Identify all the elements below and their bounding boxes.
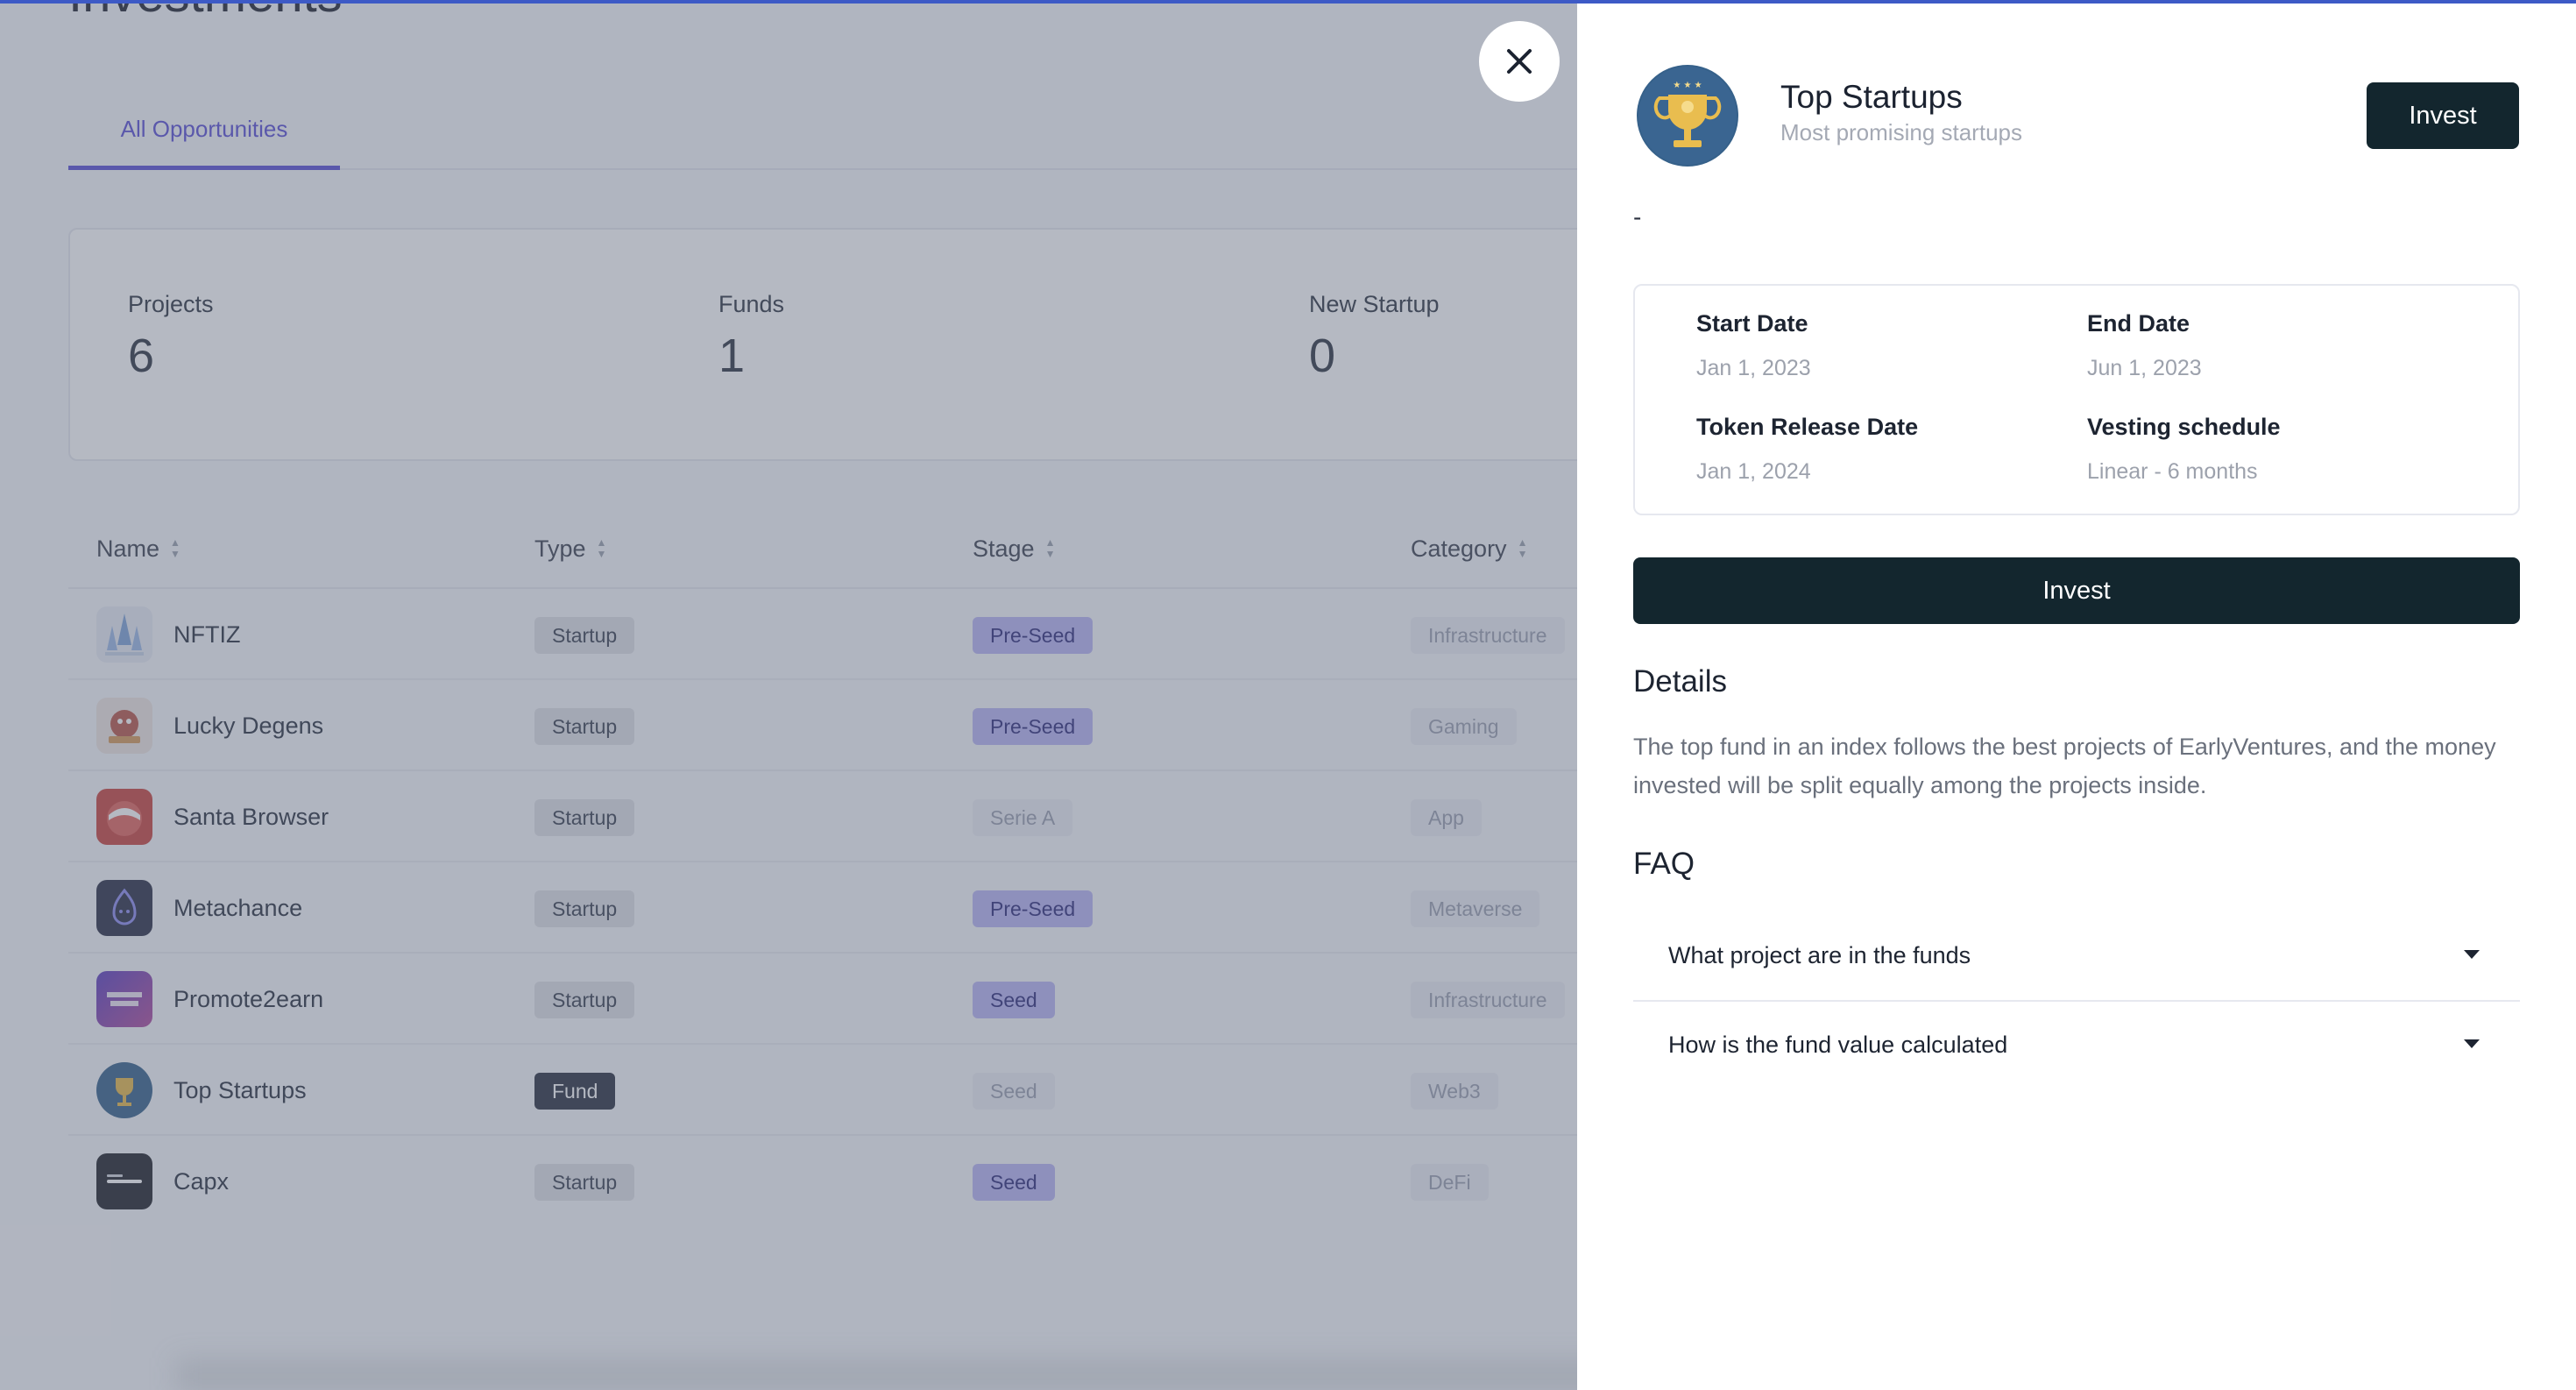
token-release-label: Token Release Date [1696,414,1919,440]
fund-dates-card: Start Date Jan 1, 2023 End Date Jun 1, 2… [1633,284,2520,515]
invest-button-header[interactable]: Invest [2367,82,2519,149]
fund-detail-drawer: ★ ★ ★ Top Startups Most promising startu… [1577,0,2576,1390]
invest-button-main[interactable]: Invest [1633,557,2520,624]
fund-title: Top Startups [1780,79,1963,115]
faq-question: What project are in the funds [1668,941,1971,968]
fund-description-placeholder: - [1633,203,1642,230]
top-accent-line [0,0,2576,4]
start-date-label: Start Date [1696,310,1808,337]
faq-heading: FAQ [1633,847,1695,881]
faq-item[interactable]: How is the fund value calculated [1633,1001,2520,1089]
faq-item[interactable]: What project are in the funds [1633,911,2520,999]
fund-logo: ★ ★ ★ [1637,65,1738,167]
faq-question: How is the fund value calculated [1668,1031,2008,1058]
token-release-value: Jan 1, 2024 [1696,459,1811,484]
vesting-schedule-value: Linear - 6 months [2087,459,2258,484]
vesting-schedule-label: Vesting schedule [2087,414,2281,440]
chevron-down-icon[interactable] [2464,950,2480,959]
trophy-icon: ★ ★ ★ [1638,67,1737,165]
fund-subtitle: Most promising startups [1780,119,2022,145]
end-date-value: Jun 1, 2023 [2087,356,2202,380]
details-text: The top fund in an index follows the bes… [1633,734,2496,798]
chevron-down-icon[interactable] [2464,1039,2480,1048]
details-heading: Details [1633,664,1727,699]
modal-backdrop[interactable] [0,0,1577,1390]
svg-text:★ ★ ★: ★ ★ ★ [1673,81,1702,90]
end-date-label: End Date [2087,310,2190,337]
start-date-value: Jan 1, 2023 [1696,356,1811,380]
close-drawer-button[interactable] [1479,21,1560,102]
close-icon [1507,49,1532,74]
